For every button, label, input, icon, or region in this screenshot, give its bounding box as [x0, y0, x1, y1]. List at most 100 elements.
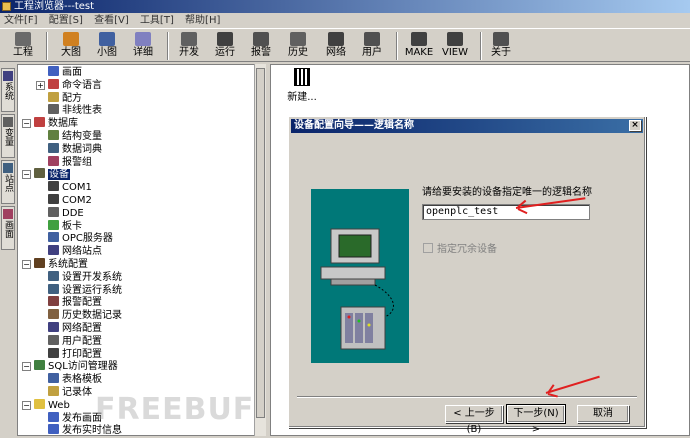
toolbar-develop-button[interactable]: 开发 — [170, 31, 208, 61]
tree-node[interactable]: 表格模板 — [48, 373, 102, 386]
tree-node[interactable]: 用户配置 — [48, 334, 102, 348]
tree-node[interactable]: − SQL访问管理器 — [22, 360, 118, 373]
toolbar-history-button[interactable]: 历史 — [279, 31, 317, 61]
tree-node[interactable]: 板卡 — [48, 219, 82, 233]
back-button[interactable]: < 上一步(B) — [445, 405, 503, 435]
tree-node-label: 表格模板 — [62, 374, 102, 386]
toolbar-large-icons-button[interactable]: 大图 — [52, 31, 90, 61]
tree-node[interactable]: − 设备 — [22, 168, 70, 181]
scrollbar-thumb[interactable] — [256, 68, 265, 418]
toolbar-project-button[interactable]: 工程 — [4, 31, 42, 61]
toolbar-user-button[interactable]: 用户 — [353, 31, 391, 61]
tree-node[interactable]: DDE — [48, 206, 84, 220]
develop-icon — [181, 32, 197, 46]
toolbar-label: 小图 — [97, 47, 117, 58]
tree-expander-icon[interactable]: − — [22, 362, 31, 372]
toolbar-label: 运行 — [215, 47, 235, 58]
tree-node[interactable]: COM2 — [48, 194, 92, 207]
network-icon — [328, 32, 344, 46]
tree-node[interactable]: − Web — [22, 398, 70, 412]
tree-node[interactable]: 报警配置 — [48, 296, 102, 309]
logical-name-input[interactable]: openplc_test — [422, 204, 590, 220]
menu-config[interactable]: 配置[S] — [49, 15, 83, 26]
tree-node-icon — [34, 168, 45, 179]
tree-node[interactable]: COM1 — [48, 181, 92, 194]
tree-node-label: 网络站点 — [62, 246, 102, 258]
tree-node[interactable]: 结构变量 — [48, 130, 102, 143]
tree-node-icon — [48, 66, 59, 76]
tree-scrollbar[interactable] — [254, 64, 266, 436]
toolbar-about-button[interactable]: 关于 — [482, 31, 520, 61]
tree-node[interactable]: 设置运行系统 — [48, 283, 122, 297]
tree-node[interactable]: 非线性表 — [48, 104, 102, 117]
tree-node-icon — [34, 360, 45, 371]
tab-stations[interactable]: 站点 — [1, 160, 15, 204]
close-icon[interactable]: × — [629, 120, 641, 131]
tree-node[interactable]: 打印配置 — [48, 347, 102, 361]
tab-label: 变量 — [3, 128, 13, 146]
tree-node-label: 命令语言 — [62, 79, 102, 91]
tree-node-label: 结构变量 — [62, 131, 102, 142]
tree-node[interactable]: 报警组 — [48, 155, 92, 169]
redundant-device-checkbox[interactable]: 指定冗余设备 — [423, 240, 497, 255]
toolbar-make-button[interactable]: MAKE — [400, 31, 438, 61]
tree-node-label: OPC服务器 — [62, 233, 113, 245]
toolbar-detail-button[interactable]: 详细 — [124, 31, 162, 61]
new-item[interactable]: 新建... — [284, 66, 320, 106]
system-icon — [3, 71, 13, 81]
tree-node-icon — [48, 270, 59, 281]
tree-node-label: 设备 — [48, 169, 70, 181]
tree-node[interactable]: OPC服务器 — [48, 232, 113, 245]
toolbar-label: 历史 — [288, 47, 308, 58]
large-icon — [63, 32, 79, 46]
toolbar-label: MAKE — [404, 47, 434, 58]
tree-node-icon — [48, 194, 59, 204]
next-button[interactable]: 下一步(N) > — [506, 404, 566, 435]
tree-node-label: 系统配置 — [48, 259, 88, 270]
tab-system[interactable]: 系统 — [1, 68, 15, 112]
dialog-divider — [297, 396, 637, 398]
about-icon — [493, 32, 509, 46]
checkbox-box[interactable] — [423, 243, 433, 253]
tree-node-label: DDE — [62, 207, 84, 219]
tree-node[interactable]: 配方 — [48, 91, 82, 105]
tree-node-icon — [48, 283, 59, 294]
tree-node[interactable]: − 系统配置 — [22, 258, 88, 271]
tree-expander-icon[interactable]: − — [22, 170, 31, 180]
toolbar-label: 网络 — [326, 47, 346, 58]
tab-screens[interactable]: 画面 — [1, 206, 15, 250]
tree-node[interactable]: − 数据库 — [22, 117, 78, 130]
toolbar: 工程 大图 小图 详细 开发 运行 报警 历史 网络 用户 MAKE VIEW … — [0, 28, 690, 62]
tree-node[interactable]: 发布画面 — [48, 411, 102, 425]
tree-node[interactable]: 设置开发系统 — [48, 270, 122, 284]
logical-name-prompt: 请给要安装的设备指定唯一的逻辑名称 — [422, 187, 592, 198]
tree-node[interactable]: 历史数据记录 — [48, 309, 122, 322]
tree-node-icon — [48, 232, 59, 243]
toolbar-network-button[interactable]: 网络 — [317, 31, 355, 61]
toolbar-run-button[interactable]: 运行 — [206, 31, 244, 61]
tree-expander-icon[interactable]: − — [22, 400, 31, 410]
toolbar-alarm-button[interactable]: 报警 — [242, 31, 280, 61]
tree-node[interactable]: 网络站点 — [48, 245, 102, 258]
toolbar-label: 开发 — [179, 47, 199, 58]
tree-expander-icon[interactable]: + — [36, 80, 45, 90]
tab-variables[interactable]: 变量 — [1, 114, 15, 158]
menu-tools[interactable]: 工具[T] — [140, 15, 174, 26]
tree-expander-icon[interactable]: − — [22, 260, 31, 269]
cancel-button[interactable]: 取消 — [577, 405, 629, 423]
project-tree[interactable]: 画面 + 命令语言 配方 非线性表 − 数据库 结构变量 数据词典 报警组 − 设备 COM1 COM2 D… — [17, 64, 266, 436]
tree-node[interactable]: 记录体 — [48, 386, 92, 399]
toolbar-small-icons-button[interactable]: 小图 — [88, 31, 126, 61]
toolbar-separator — [396, 32, 398, 60]
tree-node[interactable]: 数据词典 — [48, 142, 102, 156]
menu-view[interactable]: 查看[V] — [94, 15, 129, 26]
tree-expander-icon[interactable]: − — [22, 119, 31, 129]
menu-file[interactable]: 文件[F] — [4, 15, 38, 26]
tree-node-icon — [48, 181, 59, 192]
toolbar-view-button[interactable]: VIEW — [436, 31, 474, 61]
menu-help[interactable]: 帮助[H] — [185, 15, 220, 26]
tree-node[interactable]: 网络配置 — [48, 322, 102, 335]
tree-node-label: 用户配置 — [62, 335, 102, 347]
tree-node[interactable]: 画面 — [48, 66, 82, 79]
tree-node[interactable]: + 命令语言 — [36, 78, 102, 92]
